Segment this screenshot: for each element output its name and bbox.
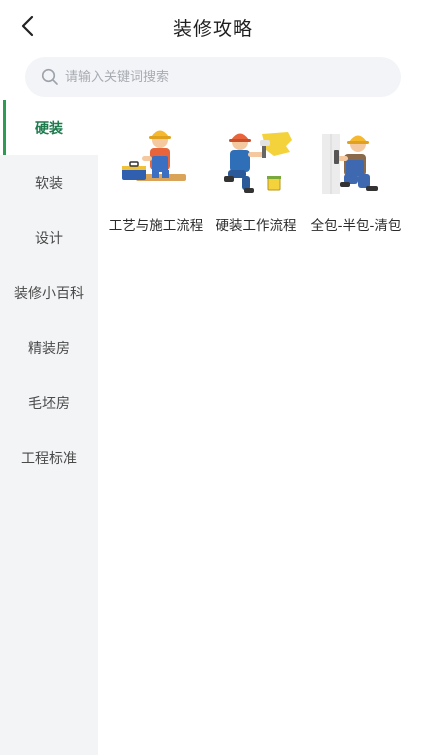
sidebar-item-label: 精装房 [28,340,70,357]
search-icon [41,68,59,86]
sidebar-item-encyclopedia[interactable]: 装修小百科 [0,265,98,320]
card-grid: 工艺与施工流程 硬装工作流程 全包-半包-清包 [106,120,416,236]
sidebar-item-design[interactable]: 设计 [0,210,98,265]
sidebar-item-label: 装修小百科 [14,285,84,302]
card-process-flow[interactable]: 工艺与施工流程 [106,120,206,236]
header-bar: 装修攻略 [0,0,426,52]
search-input[interactable] [63,68,387,86]
card-label: 硬装工作流程 [215,218,297,234]
sidebar-item-label: 硬装 [35,120,63,137]
category-sidebar: 硬装 软装 设计 装修小百科 精装房 毛坯房 工程标准 [0,100,98,755]
card-label: 工艺与施工流程 [108,218,204,234]
page-title: 装修攻略 [172,18,253,40]
sidebar-item-finished-house[interactable]: 精装房 [0,320,98,375]
sidebar-item-rough-house[interactable]: 毛坯房 [0,375,98,430]
sidebar-item-label: 毛坯房 [28,395,70,412]
sidebar-item-label: 工程标准 [21,450,77,467]
card-hard-workflow[interactable]: 硬装工作流程 [206,120,306,236]
worker-painting-icon [216,120,296,200]
card-label: 全包-半包-清包 [310,218,402,234]
search-bar[interactable] [25,57,401,97]
card-package-types[interactable]: 全包-半包-清包 [306,120,406,236]
worker-toolbox-icon [116,120,196,200]
sidebar-item-label: 软装 [35,175,63,192]
sidebar-item-soft-decoration[interactable]: 软装 [0,155,98,210]
sidebar-item-engineering-standard[interactable]: 工程标准 [0,430,98,485]
content-area: 工艺与施工流程 硬装工作流程 全包-半包-清包 [106,120,416,236]
sidebar-item-label: 设计 [35,230,63,247]
worker-wall-icon [316,120,396,200]
sidebar-item-hard-decoration[interactable]: 硬装 [0,100,98,155]
